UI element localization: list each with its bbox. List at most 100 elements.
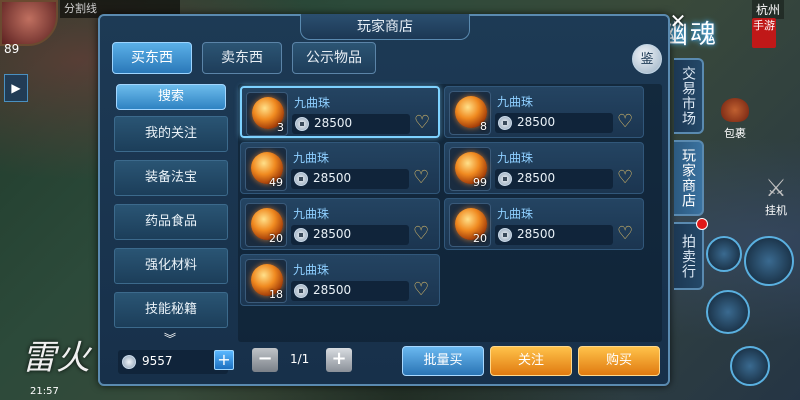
bag-button[interactable]: 包裹 — [714, 98, 756, 140]
price-value: 28500 — [313, 171, 352, 185]
tab-sell[interactable]: 卖东西 — [202, 42, 282, 74]
silver-coin-icon — [294, 284, 308, 298]
follow-heart-icon[interactable]: ♡ — [617, 225, 633, 243]
bag-label: 包裹 — [724, 127, 746, 140]
appraise-button[interactable]: 鉴 — [632, 44, 662, 74]
item-quantity: 3 — [277, 121, 284, 134]
item-slot[interactable]: 99 九曲珠 28500 ♡ — [444, 142, 644, 194]
silver-coin-icon — [498, 172, 512, 186]
category-skill-books[interactable]: 技能秘籍 — [114, 292, 228, 328]
category-my-follows[interactable]: 我的关注 — [114, 116, 228, 152]
item-quantity: 20 — [473, 232, 487, 245]
item-quantity: 49 — [269, 176, 283, 189]
chevron-down-icon[interactable]: ︾ — [164, 330, 176, 347]
item-slot[interactable]: 20 九曲珠 28500 ♡ — [444, 198, 644, 250]
item-icon-frame: 20 — [449, 203, 491, 247]
prev-page-button[interactable]: − — [252, 348, 278, 372]
auto-battle-button[interactable]: ⚔ 挂机 — [756, 174, 796, 218]
side-tab-player-shop[interactable]: 玩家商店 — [674, 140, 704, 216]
money-value: 9557 — [142, 354, 173, 368]
item-grid: 3 九曲珠 28500 ♡ 8 九曲珠 28500 ♡ 49 九曲珠 28500… — [238, 84, 662, 342]
silver-coin-icon — [498, 228, 512, 242]
tab-public-items[interactable]: 公示物品 — [292, 42, 376, 74]
category-sidebar: 搜索 我的关注 装备法宝 药品食品 强化材料 技能秘籍 ︾ — [112, 82, 230, 346]
item-icon-frame: 8 — [449, 91, 491, 135]
silver-coin-icon — [294, 228, 308, 242]
price-value: 28500 — [517, 171, 556, 185]
follow-heart-icon[interactable]: ♡ — [413, 225, 429, 243]
item-name: 九曲珠 — [293, 151, 330, 165]
skill-button-3[interactable] — [730, 346, 770, 386]
close-icon[interactable]: ✕ — [666, 10, 690, 34]
item-icon-frame: 99 — [449, 147, 491, 191]
skill-button-2[interactable] — [706, 290, 750, 334]
notification-dot — [696, 218, 708, 230]
item-name: 九曲珠 — [497, 151, 534, 165]
item-slot[interactable]: 20 九曲珠 28500 ♡ — [240, 198, 440, 250]
follow-heart-icon[interactable]: ♡ — [414, 114, 430, 132]
item-icon-frame: 49 — [245, 147, 287, 191]
item-price: 28500 — [291, 281, 409, 301]
item-price: 28500 — [495, 113, 613, 133]
player-level: 89 — [4, 42, 20, 56]
item-slot[interactable]: 49 九曲珠 28500 ♡ — [240, 142, 440, 194]
category-enhance-materials[interactable]: 强化材料 — [114, 248, 228, 284]
bag-icon — [721, 98, 749, 122]
item-icon-frame: 3 — [246, 92, 288, 136]
follow-heart-icon[interactable]: ♡ — [413, 169, 429, 187]
city-name: 杭州 — [752, 0, 785, 19]
item-price: 28500 — [292, 114, 410, 134]
add-money-button[interactable]: + — [214, 350, 234, 370]
top-info-text: 分割线 — [64, 2, 97, 15]
clock: 21:57 — [30, 386, 59, 397]
item-name: 九曲珠 — [293, 263, 330, 277]
item-name: 九曲珠 — [294, 96, 331, 110]
follow-heart-icon[interactable]: ♡ — [617, 169, 633, 187]
next-page-button[interactable]: + — [326, 348, 352, 372]
expand-arrow-icon[interactable]: ▶ — [4, 74, 28, 102]
category-equipment[interactable]: 装备法宝 — [114, 160, 228, 196]
silver-coin-icon — [294, 172, 308, 186]
item-quantity: 20 — [269, 232, 283, 245]
item-slot[interactable]: 18 九曲珠 28500 ♡ — [240, 254, 440, 306]
item-name: 九曲珠 — [293, 207, 330, 221]
price-value: 28500 — [517, 115, 556, 129]
money-display: 9557 — [118, 350, 228, 374]
item-icon-frame: 20 — [245, 203, 287, 247]
panel-title: 玩家商店 — [300, 14, 470, 40]
item-slot[interactable]: 3 九曲珠 28500 ♡ — [240, 86, 440, 138]
item-price: 28500 — [495, 169, 613, 189]
shop-footer: 9557 + − 1/1 + 批量买 关注 购买 — [114, 346, 662, 378]
item-slot[interactable]: 8 九曲珠 28500 ♡ — [444, 86, 644, 138]
price-value: 28500 — [314, 116, 353, 130]
side-tab-trade-market[interactable]: 交易市场 — [674, 58, 704, 134]
follow-button[interactable]: 关注 — [490, 346, 572, 376]
bulk-buy-button[interactable]: 批量买 — [402, 346, 484, 376]
search-button[interactable]: 搜索 — [116, 84, 226, 110]
item-quantity: 18 — [269, 288, 283, 301]
item-price: 28500 — [495, 225, 613, 245]
skill-button-1[interactable] — [706, 236, 742, 272]
silver-coin-icon — [122, 355, 136, 369]
skill-button-main[interactable] — [744, 236, 794, 286]
side-tab-auction-house[interactable]: 拍卖行 — [674, 222, 704, 290]
price-value: 28500 — [517, 227, 556, 241]
page-indicator: 1/1 — [290, 352, 310, 366]
silver-coin-icon — [498, 116, 512, 130]
item-quantity: 99 — [473, 176, 487, 189]
item-price: 28500 — [291, 169, 409, 189]
price-value: 28500 — [313, 227, 352, 241]
item-quantity: 8 — [480, 120, 487, 133]
silver-coin-icon — [295, 117, 309, 131]
follow-heart-icon[interactable]: ♡ — [617, 113, 633, 131]
auto-battle-label: 挂机 — [765, 204, 787, 217]
category-medicine-food[interactable]: 药品食品 — [114, 204, 228, 240]
price-value: 28500 — [313, 283, 352, 297]
follow-heart-icon[interactable]: ♡ — [413, 281, 429, 299]
item-name: 九曲珠 — [497, 95, 534, 109]
player-shop-panel: 玩家商店 ✕ 买东西 卖东西 公示物品 鉴 搜索 我的关注 装备法宝 药品食品 … — [98, 10, 686, 386]
tab-buy[interactable]: 买东西 — [112, 42, 192, 74]
logo-seal: 手游 — [752, 18, 776, 48]
item-price: 28500 — [291, 225, 409, 245]
buy-button[interactable]: 购买 — [578, 346, 660, 376]
